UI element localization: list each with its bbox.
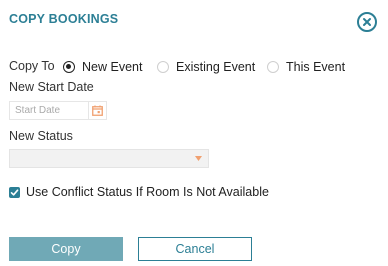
radio-label: This Event [286,60,346,74]
start-date-input[interactable] [9,101,89,120]
start-date-field [9,101,107,120]
radio-button[interactable] [157,61,169,73]
radio-button-checked[interactable] [63,61,75,73]
conflict-status-option[interactable]: Use Conflict Status If Room Is Not Avail… [9,185,269,199]
copy-button[interactable]: Copy [9,237,123,261]
copy-to-label: Copy To [9,59,55,73]
dialog-title: COPY BOOKINGS [9,12,119,26]
close-button[interactable] [357,12,377,32]
start-date-label: New Start Date [9,80,94,94]
conflict-status-label: Use Conflict Status If Room Is Not Avail… [26,185,269,199]
caret-down-icon [195,156,202,161]
conflict-status-checkbox[interactable] [9,186,20,198]
cancel-button[interactable]: Cancel [138,237,252,261]
close-icon [363,18,371,26]
checkmark-icon [10,188,19,196]
calendar-button[interactable] [89,101,107,120]
radio-button[interactable] [267,61,279,73]
new-status-label: New Status [9,129,73,143]
radio-label: New Event [82,60,143,74]
new-status-select[interactable] [9,149,209,168]
calendar-icon [92,105,103,116]
radio-this-event[interactable]: This Event [267,60,345,74]
radio-existing-event[interactable]: Existing Event [157,60,255,74]
radio-new-event[interactable]: New Event [63,60,142,74]
radio-label: Existing Event [176,60,256,74]
